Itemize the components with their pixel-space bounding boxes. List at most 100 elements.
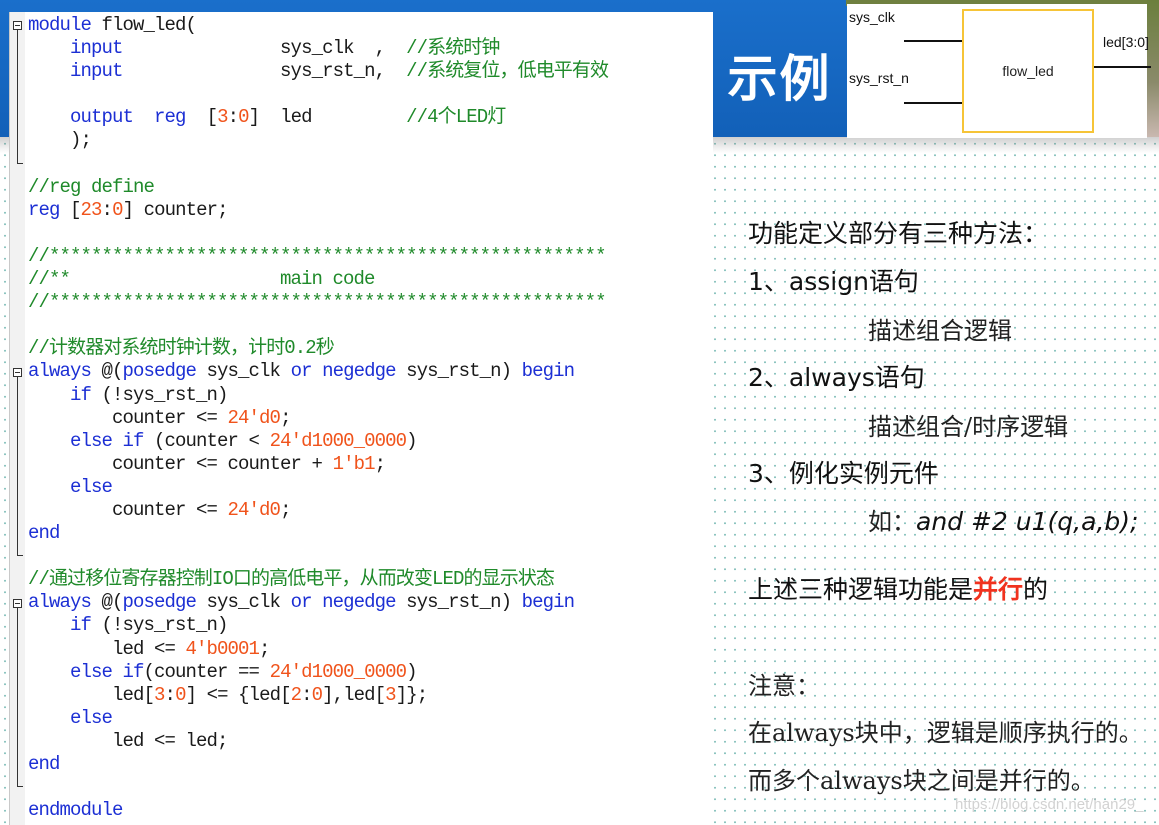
code-text: );	[28, 129, 92, 152]
code-number: 3	[385, 683, 396, 706]
code-number: 1'b1	[332, 452, 376, 475]
code-line: //** main code	[28, 268, 608, 291]
code-text: led <=	[28, 637, 186, 660]
code-text: led[	[28, 683, 155, 706]
fold-range-line	[17, 607, 18, 787]
code-comment: //**************************************…	[28, 244, 607, 267]
code-keyword: posedge	[122, 360, 197, 383]
notes-summary-before: 上述三种逻辑功能是	[748, 575, 974, 604]
code-number: 23	[80, 198, 103, 221]
notes-summary-emphasis: 并行	[973, 575, 1024, 604]
code-text: [	[185, 106, 218, 129]
diagram-wire-rst	[904, 102, 962, 104]
code-keyword: else	[70, 706, 113, 729]
code-text: :	[101, 198, 113, 221]
attention-line-2: 而多个always块之间是并行的。	[748, 767, 1095, 795]
code-text: :	[301, 683, 312, 706]
code-keyword: input	[70, 37, 123, 60]
code-comment: //** main code	[28, 268, 375, 291]
code-text: led <= led;	[28, 729, 228, 752]
code-text: ;	[280, 498, 291, 521]
code-keyword: module	[28, 14, 92, 36]
code-text: sys_rst_n)	[395, 360, 522, 383]
code-text: ]};	[395, 683, 428, 706]
slide-title-block: 示例	[712, 12, 847, 137]
fold-gutter	[10, 12, 25, 825]
fold-toggle-icon[interactable]	[13, 598, 22, 608]
diagram-wire-led	[1094, 66, 1151, 68]
code-keyword: if	[70, 383, 92, 406]
code-line: output reg [3:0] led //4个LED灯	[28, 106, 608, 129]
code-keyword: else if	[70, 429, 144, 452]
code-keyword: negedge	[322, 591, 396, 614]
code-keyword: else if	[70, 660, 144, 683]
notes-item-2-desc: 描述组合/时序逻辑	[868, 413, 1069, 441]
diagram-wire-clk	[904, 40, 962, 42]
fold-toggle-icon[interactable]	[13, 367, 22, 377]
code-keyword: end	[28, 522, 60, 545]
fold-range-end	[17, 162, 23, 164]
code-line: if (!sys_rst_n)	[28, 384, 608, 407]
code-text: sys_rst_n,	[122, 60, 407, 83]
code-text: [	[59, 198, 81, 221]
code-number: 24'd0	[227, 498, 281, 521]
code-keyword: or	[290, 591, 313, 614]
code-keyword: if	[70, 614, 92, 637]
code-comment: //**************************************…	[28, 291, 607, 314]
code-number: 4'b0001	[185, 637, 260, 660]
code-number: 3	[217, 106, 228, 129]
slide-title: 示例	[727, 49, 832, 108]
code-text: (!sys_rst_n)	[91, 614, 229, 637]
notes-item-3-example-line: 如：and #2 u1(q,a,b);	[868, 502, 1138, 537]
diagram-input-label-clk: sys_clk	[849, 9, 895, 25]
code-keyword: reg	[28, 198, 60, 221]
code-number: 24'd1000_0000	[269, 660, 407, 683]
code-text: @(	[91, 360, 124, 383]
fold-toggle-icon[interactable]	[13, 21, 22, 30]
code-comment: //通过移位寄存器控制IO口的高低电平，从而改变LED的显示状态	[28, 568, 555, 591]
code-keyword: input	[70, 60, 123, 83]
code-number: 2	[290, 683, 302, 706]
notes-item-1-desc: 描述组合逻辑	[868, 317, 1012, 345]
code-line: //reg define	[28, 176, 608, 199]
code-number: 24'd0	[227, 406, 281, 429]
code-number: 3	[154, 683, 165, 706]
diagram-output-label: led[3:0]	[1103, 34, 1149, 50]
code-text: ] led	[248, 106, 407, 129]
code-number: 0	[175, 683, 186, 706]
code-number: 24'd1000_0000	[269, 429, 407, 452]
code-text: sys_clk	[196, 591, 291, 614]
code-line: else	[28, 476, 608, 499]
diagram-module-box: flow_led	[962, 9, 1094, 133]
code-keyword: endmodule	[28, 799, 123, 822]
fold-range-line	[17, 376, 18, 556]
code-number: 0	[238, 106, 249, 129]
code-line: );	[28, 129, 608, 152]
code-text: ] <= {led[	[185, 683, 292, 706]
code-keyword: end	[28, 753, 60, 775]
fold-range-end	[17, 555, 23, 557]
notes-heading: 功能定义部分有三种方法：	[748, 219, 1049, 248]
code-text: flow_led(	[91, 14, 197, 36]
code-line: led <= led;	[28, 730, 608, 753]
code-text: ] counter;	[122, 198, 229, 221]
code-comment: //系统时钟	[406, 37, 500, 60]
code-text: ],led[	[322, 683, 386, 706]
code-text: :	[227, 106, 239, 129]
code-comment: //reg define	[28, 175, 155, 198]
code-line: reg [23:0] counter;	[28, 199, 608, 222]
diagram-module-name: flow_led	[1002, 63, 1054, 79]
code-listing: module flow_led( input sys_clk , //系统时钟 …	[28, 14, 609, 822]
code-line: if (!sys_rst_n)	[28, 614, 608, 637]
notes-summary: 上述三种逻辑功能是并行的	[748, 570, 1048, 606]
code-text: counter <= counter +	[28, 452, 333, 475]
